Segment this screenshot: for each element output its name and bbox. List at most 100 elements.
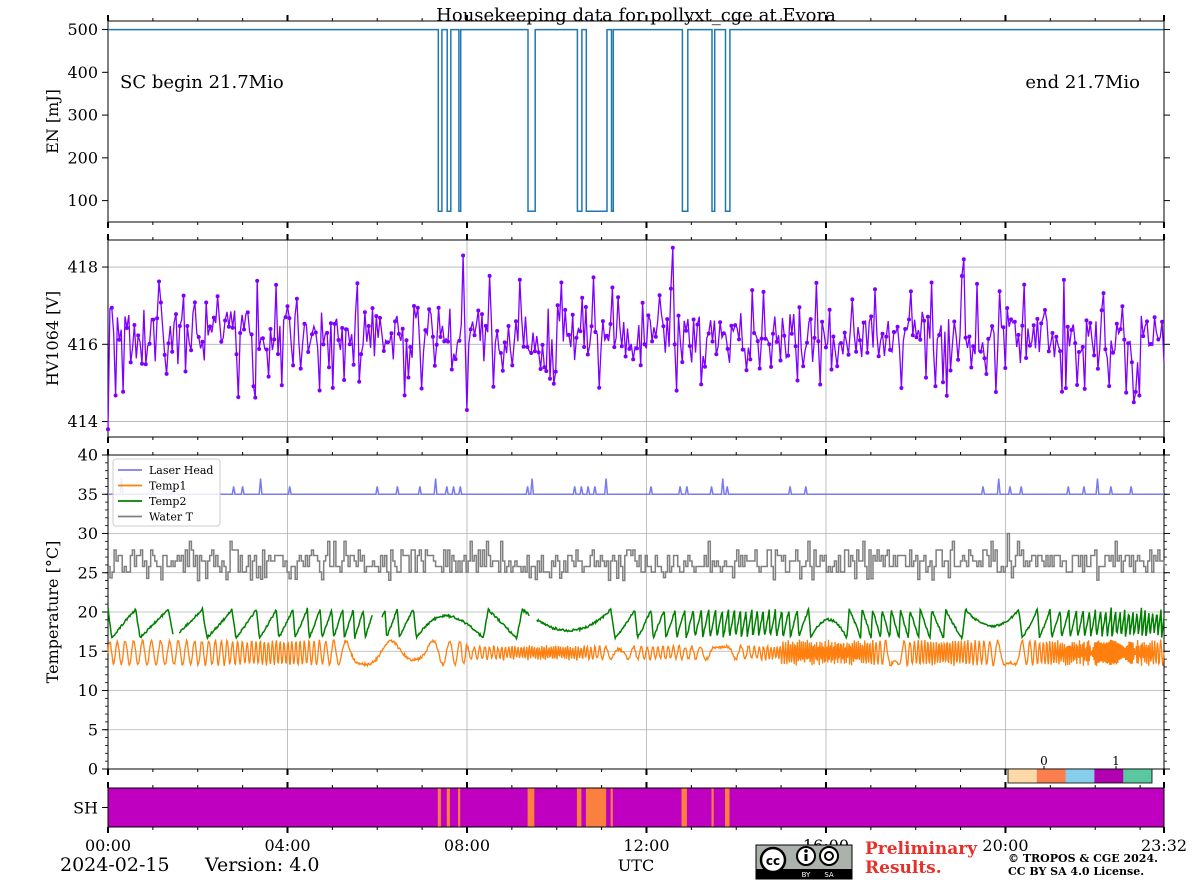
hv1064-point [389, 331, 394, 336]
y-tick-label: 0 [88, 760, 98, 779]
hv1064-point [251, 384, 256, 389]
hv1064-point [340, 326, 345, 330]
shutter-open-band [610, 788, 613, 827]
hv1064-point [610, 285, 615, 290]
hv1064-point [1160, 319, 1165, 324]
hv1064-point [786, 353, 791, 358]
hv1064-point [325, 330, 330, 335]
hv1064-point [506, 324, 511, 328]
hv1064-point [457, 338, 462, 343]
hv1064-point [192, 300, 197, 305]
hv1064-point [464, 408, 469, 412]
hv1064-point [1131, 400, 1136, 405]
hv1064-point [283, 315, 288, 320]
hv1064-point [529, 351, 534, 355]
hv1064-point [396, 331, 401, 336]
hv1064-point [687, 344, 692, 348]
colorbar-cell [1094, 769, 1124, 783]
y-tick-label: 416 [67, 335, 98, 354]
legend-label: Laser Head [149, 464, 213, 477]
hv1064-point [1137, 393, 1142, 398]
hv1064-point [884, 334, 889, 339]
y-tick-label: 5 [88, 720, 98, 739]
hv1064-point [174, 312, 178, 317]
hv1064-point [566, 332, 571, 337]
x-tick-label: 04:00 [264, 836, 310, 855]
hv1064-point [591, 275, 596, 280]
hv1064-point [177, 324, 182, 328]
hv1064-point [245, 310, 250, 315]
hv1064-point [140, 361, 144, 366]
hv1064-point [132, 323, 137, 327]
hv1064-point [328, 321, 333, 326]
hv1064-point [769, 364, 774, 369]
cc-by-sa-logo: cc BY SA [755, 844, 853, 880]
hv1064-point [268, 327, 273, 331]
shutter-open-band [576, 788, 582, 827]
hv1064-point [412, 304, 416, 308]
hv1064-point [402, 393, 407, 398]
hv1064-point [480, 312, 484, 317]
hv1064-point [495, 329, 500, 333]
hv1064-point [476, 308, 481, 313]
hv1064-point [1043, 308, 1047, 312]
hv1064-point [665, 317, 670, 322]
hv1064-point [1012, 319, 1017, 324]
cc-sa-label: SA [824, 871, 834, 879]
hv1064-point [430, 334, 435, 339]
colorbar-tick-label: 1 [1112, 754, 1120, 768]
hv1064-point [982, 356, 987, 361]
hv1064-point [827, 307, 832, 312]
hv1064-point [908, 289, 913, 294]
hv1064-point [472, 333, 477, 338]
hv1064-point [1129, 360, 1134, 365]
y-tick-label: 30 [78, 524, 98, 543]
hv1064-point [748, 357, 753, 362]
hv1064-point [136, 333, 141, 338]
hv1064-point [415, 305, 420, 310]
colorbar-cell [1008, 769, 1038, 783]
hv1064-point [366, 324, 371, 328]
hv1064-point [829, 367, 834, 372]
hv1064-point [117, 337, 122, 342]
hv1064-point [200, 339, 205, 344]
hv1064-point [914, 335, 919, 340]
y-tick-label: 15 [78, 642, 98, 661]
housekeeping-figure: Housekeeping data for pollyxt_cge at Evo… [43, 5, 1187, 880]
hv1064-point [291, 363, 296, 368]
hv1064-point [661, 324, 666, 329]
hv1064-point [604, 333, 609, 338]
shutter-open-band [437, 788, 441, 827]
hv1064-point [502, 340, 507, 345]
shutter-open-band [681, 788, 687, 827]
hv1064-point [559, 280, 564, 285]
hv1064-point [1141, 334, 1146, 339]
hv1064-point [249, 332, 254, 337]
x-tick-label: 08:00 [444, 836, 490, 855]
hv1064-point [211, 315, 216, 320]
hv1064-point [1016, 332, 1021, 337]
copyright-line2: CC BY SA 4.0 License. [1008, 865, 1144, 878]
hv1064-point [404, 338, 409, 343]
hv1064-point [432, 363, 437, 368]
hv1064-point [959, 274, 964, 278]
hv1064-point [483, 323, 488, 328]
hv1064-point [823, 345, 828, 350]
x-axis-label: UTC [618, 856, 654, 875]
hv1064-point [1050, 331, 1055, 335]
hv1064-point [181, 293, 186, 298]
hv1064-point [597, 385, 602, 390]
hv1064-point [854, 349, 859, 354]
hv1064-point [230, 325, 235, 330]
hv1064-point [204, 300, 209, 305]
hv1064-point [406, 375, 411, 380]
hv1064-point [674, 388, 679, 393]
date-label: 2024-02-15 [60, 854, 170, 876]
hv1064-point [219, 339, 224, 344]
hv1064-point [1120, 304, 1125, 309]
hv1064-point [835, 364, 840, 369]
hv1064-point [941, 380, 945, 385]
hv1064-point [623, 354, 628, 359]
hv1064-point [551, 381, 556, 386]
hv1064-point [313, 330, 318, 335]
